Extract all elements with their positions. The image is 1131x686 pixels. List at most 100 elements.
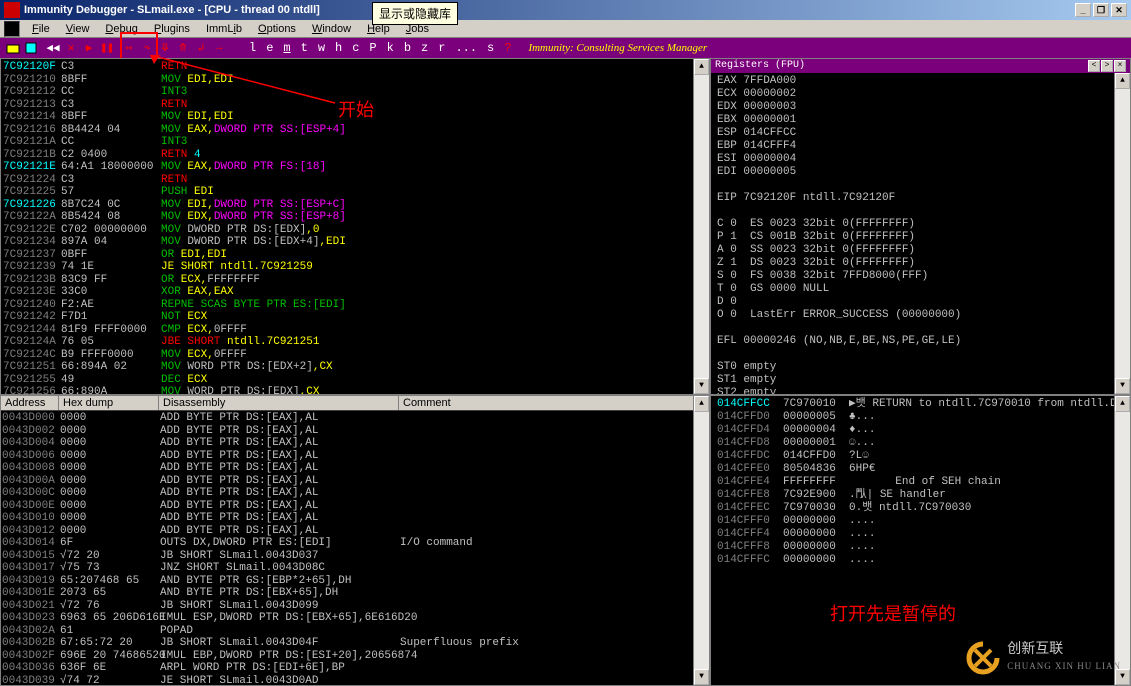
dump-row[interactable]: 0043D02B67:65:72 20JB SHORT SLmail.0043D… [2,637,708,650]
asm-row[interactable]: 7C92124A76 05JBE SHORT ntdll.7C921251 [3,336,707,349]
dump-row[interactable]: 0043D0000000ADD BYTE PTR DS:[EAX],AL [2,412,708,425]
stop-icon[interactable]: ✕ [63,40,79,56]
toolbar-letter-r[interactable]: r [433,41,450,55]
stack-row[interactable]: 014CFFCC 7C970010 ▶뱃 RETURN to ntdll.7C9… [713,398,1128,411]
registers-pane[interactable]: Registers (FPU) <>× EAX 7FFDA000ECX 0000… [710,58,1131,395]
stack-row[interactable]: 014CFFF0 00000000 .... [713,515,1128,528]
register-line[interactable]: ECX 00000002 [713,88,1128,101]
stack-row[interactable]: 014CFFEC 7C970030 0.뱃 ntdll.7C970030 [713,502,1128,515]
dump-row[interactable]: 0043D01965:207468 65AND BYTE PTR GS:[EBP… [2,575,708,588]
register-line[interactable]: ST2 empty [713,387,1128,395]
register-line[interactable]: ST0 empty [713,361,1128,374]
asm-row[interactable]: 7C92125549DEC ECX [3,374,707,387]
menu-window[interactable]: Window [304,21,359,37]
stack-row[interactable]: 014CFFDC 014CFFD0 ?L☺ [713,450,1128,463]
toolbar-letter-h[interactable]: h [330,41,347,55]
pane-next-icon[interactable]: > [1101,60,1113,72]
asm-row[interactable]: 7C92123B83C9 FFOR ECX,FFFFFFFF [3,274,707,287]
toolbar-letter-z[interactable]: z [416,41,433,55]
asm-row[interactable]: 7C92123E33C0XOR EAX,EAX [3,286,707,299]
toolbar-letter-c[interactable]: c [347,41,364,55]
register-line[interactable] [713,205,1128,218]
col-disassembly[interactable]: Disassembly [159,396,399,410]
asm-row[interactable]: 7C92124CB9 FFFF0000MOV ECX,0FFFF [3,349,707,362]
dump-row[interactable]: 0043D00C0000ADD BYTE PTR DS:[EAX],AL [2,487,708,500]
toolbar-letter-m[interactable]: m [278,41,295,55]
dump-row[interactable]: 0043D00A0000ADD BYTE PTR DS:[EAX],AL [2,475,708,488]
toolbar-letter-k[interactable]: k [382,41,399,55]
scrollbar[interactable]: ▲▼ [693,59,709,394]
col-address[interactable]: Address [1,396,59,410]
toolbar-letter-P[interactable]: P [364,41,381,55]
register-line[interactable]: S 0 FS 0038 32bit 7FFD8000(FFF) [713,270,1128,283]
dump-row[interactable]: 0043D02A61POPAD [2,625,708,638]
menu-view[interactable]: View [58,21,98,37]
minimize-button[interactable]: _ [1075,3,1091,17]
asm-row[interactable]: 7C921234897A 04MOV DWORD PTR DS:[EDX+4],… [3,236,707,249]
asm-row[interactable]: 7C92121ACCINT3 [3,136,707,149]
dump-row[interactable]: 0043D0040000ADD BYTE PTR DS:[EAX],AL [2,437,708,450]
toolbar-letter-w[interactable]: w [313,41,330,55]
asm-row[interactable]: 7C921240F2:AEREPNE SCAS BYTE PTR ES:[EDI… [3,299,707,312]
toolbar-letter-e[interactable]: e [261,41,278,55]
dump-row[interactable]: 0043D0080000ADD BYTE PTR DS:[EAX],AL [2,462,708,475]
scrollbar[interactable]: ▲▼ [1114,73,1130,394]
col-hex[interactable]: Hex dump [59,396,159,410]
register-line[interactable]: EBP 014CFFF4 [713,140,1128,153]
asm-row[interactable]: 7C92120FC3RETN [3,61,707,74]
register-line[interactable] [713,348,1128,361]
dump-row[interactable]: 0043D01E2073 65AND BYTE PTR DS:[EBX+65],… [2,587,708,600]
asm-row[interactable]: 7C92122557PUSH EDI [3,186,707,199]
stack-row[interactable]: 014CFFD0 00000005 ♣... [713,411,1128,424]
dump-row[interactable]: 0043D0060000ADD BYTE PTR DS:[EAX],AL [2,450,708,463]
asm-row[interactable]: 7C921242F7D1NOT ECX [3,311,707,324]
dump-row[interactable]: 0043D021√72 76JB SHORT SLmail.0043D099 [2,600,708,613]
close-button[interactable]: ✕ [1111,3,1127,17]
register-line[interactable]: P 1 CS 001B 32bit 0(FFFFFFFF) [713,231,1128,244]
toolbar-letter-?[interactable]: ? [499,41,516,55]
stack-row[interactable]: 014CFFD4 00000004 ♦... [713,424,1128,437]
dump-row[interactable]: 0043D039√74 72JE SHORT SLmail.0043D0AD [2,675,708,686]
register-line[interactable]: D 0 [713,296,1128,309]
register-line[interactable]: ESP 014CFFCC [713,127,1128,140]
asm-row[interactable]: 7C92122EC702 00000000MOV DWORD PTR DS:[E… [3,224,707,237]
asm-row[interactable]: 7C92125666:890AMOV WORD PTR DS:[EDX],CX [3,386,707,395]
asm-row[interactable]: 7C9212108BFFMOV EDI,EDI [3,74,707,87]
toolbar-letter-l[interactable]: l [244,41,261,55]
rewind-icon[interactable]: ◀◀ [45,40,61,56]
pause-icon[interactable]: ❚❚ [99,40,115,56]
register-line[interactable]: C 0 ES 0023 32bit 0(FFFFFFFF) [713,218,1128,231]
dump-row[interactable]: 0043D017√75 73JNZ SHORT SLmail.0043D08C [2,562,708,575]
register-line[interactable] [713,179,1128,192]
register-line[interactable]: ESI 00000004 [713,153,1128,166]
menu-options[interactable]: Options [250,21,304,37]
toolbar-letter-b[interactable]: b [399,41,416,55]
dump-pane[interactable]: Address Hex dump Disassembly Comment 004… [0,395,710,686]
col-comment[interactable]: Comment [399,396,709,410]
register-line[interactable]: A 0 SS 0023 32bit 0(FFFFFFFF) [713,244,1128,257]
asm-row[interactable]: 7C92121E64:A1 18000000MOV EAX,DWORD PTR … [3,161,707,174]
stack-row[interactable]: 014CFFF8 00000000 .... [713,541,1128,554]
register-line[interactable]: EDX 00000003 [713,101,1128,114]
asm-row[interactable]: 7C92125166:894A 02MOV WORD PTR DS:[EDX+2… [3,361,707,374]
dump-row[interactable]: 0043D0100000ADD BYTE PTR DS:[EAX],AL [2,512,708,525]
toolbar-letter-s[interactable]: s [482,41,499,55]
stack-row[interactable]: 014CFFD8 00000001 ☺... [713,437,1128,450]
register-line[interactable] [713,322,1128,335]
dump-row[interactable]: 0043D036636F 6EARPL WORD PTR DS:[EDI+6E]… [2,662,708,675]
register-line[interactable]: Z 1 DS 0023 32bit 0(FFFFFFFF) [713,257,1128,270]
dump-row[interactable]: 0043D0236963 65 206D616EIMUL ESP,DWORD P… [2,612,708,625]
dump-row[interactable]: 0043D00E0000ADD BYTE PTR DS:[EAX],AL [2,500,708,513]
asm-row[interactable]: 7C92121BC2 0400RETN 4 [3,149,707,162]
register-line[interactable]: EFL 00000246 (NO,NB,E,BE,NS,PE,GE,LE) [713,335,1128,348]
dump-row[interactable]: 0043D0146FOUTS DX,DWORD PTR ES:[EDI]I/O … [2,537,708,550]
tool-icon-2[interactable] [23,40,39,56]
asm-row[interactable]: 7C92123974 1EJE SHORT ntdll.7C921259 [3,261,707,274]
stack-row[interactable]: 014CFFE4 FFFFFFFF End of SEH chain [713,476,1128,489]
asm-row[interactable]: 7C9212268B7C24 0CMOV EDI,DWORD PTR SS:[E… [3,199,707,212]
menu-file[interactable]: File [24,21,58,37]
register-line[interactable]: ST1 empty [713,374,1128,387]
scrollbar[interactable]: ▲▼ [693,396,709,685]
asm-row[interactable]: 7C9212168B4424 04MOV EAX,DWORD PTR SS:[E… [3,124,707,137]
asm-row[interactable]: 7C9212370BFFOR EDI,EDI [3,249,707,262]
